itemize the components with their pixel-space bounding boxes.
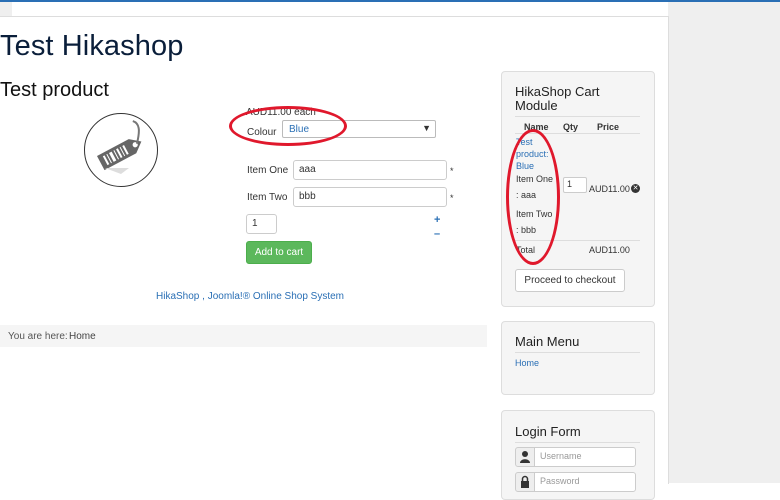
cart-item-detail-line4: : bbb: [516, 225, 537, 235]
colour-label: Colour: [247, 127, 277, 138]
breadcrumb-home[interactable]: Home: [69, 331, 96, 342]
quantity-increase-button[interactable]: +: [434, 215, 440, 226]
footer-link[interactable]: HikaShop , Joomla!® Online Shop System: [156, 291, 344, 302]
cart-header-name: Name: [524, 122, 549, 132]
cart-item-detail-line1: Item One: [516, 174, 554, 184]
item-one-label: Item One: [247, 165, 289, 176]
item-two-label: Item Two: [247, 192, 288, 203]
cart-item-detail-line3: Item Two: [516, 209, 553, 219]
cart-total-value: AUD11.00: [589, 245, 630, 255]
cart-total-label: Total: [516, 245, 536, 255]
site-title: Test Hikashop: [0, 30, 184, 62]
cart-header-divider: [515, 133, 640, 134]
lock-icon: [515, 472, 535, 492]
breadcrumb-label: You are here:: [8, 331, 68, 342]
cart-module-title-line1: HikaShop Cart: [515, 84, 600, 99]
product-image[interactable]: [84, 113, 158, 187]
cart-item-price: AUD11.00: [589, 184, 630, 194]
login-form-divider: [515, 442, 640, 443]
password-input[interactable]: Password: [534, 472, 636, 492]
top-accent-line: [0, 0, 780, 2]
cart-item-link-line2[interactable]: product:: [516, 148, 549, 160]
main-menu-item-home[interactable]: Home: [515, 357, 539, 369]
main-menu-divider: [515, 352, 640, 353]
colour-select[interactable]: Blue ▼: [282, 120, 436, 138]
cart-item-detail-line2: : aaa: [516, 190, 537, 200]
colour-select-value: Blue: [289, 124, 310, 135]
proceed-to-checkout-button[interactable]: Proceed to checkout: [515, 269, 625, 292]
item-two-required-mark: *: [450, 193, 454, 203]
item-one-input[interactable]: aaa: [293, 160, 447, 180]
cart-title-divider: [515, 116, 640, 117]
username-row: Username: [515, 447, 637, 467]
item-one-required-mark: *: [450, 166, 454, 176]
cart-item-quantity-input[interactable]: 1: [563, 177, 587, 193]
login-form-title: Login Form: [515, 424, 581, 439]
right-gutter: [668, 2, 780, 483]
username-input[interactable]: Username: [534, 447, 636, 467]
quantity-decrease-button[interactable]: –: [434, 229, 440, 240]
price-tag-icon: [96, 120, 142, 174]
cart-header-qty: Qty: [563, 122, 579, 132]
add-to-cart-button[interactable]: Add to cart: [246, 241, 312, 264]
cart-header-price: Price: [597, 122, 620, 132]
main-menu-title: Main Menu: [515, 334, 580, 349]
quantity-input[interactable]: 1: [246, 214, 277, 234]
user-icon: [515, 447, 535, 467]
cart-total-divider: [515, 240, 640, 241]
product-title: Test product: [0, 79, 109, 101]
cart-module-title-line2: Module: [515, 98, 558, 113]
product-price: AUD11.00 each: [246, 107, 316, 118]
item-two-input[interactable]: bbb: [293, 187, 447, 207]
password-row: Password: [515, 472, 637, 492]
remove-item-icon[interactable]: ✕: [631, 184, 640, 193]
cart-item-link-line3[interactable]: Blue: [516, 160, 534, 172]
cart-item-link-line1[interactable]: Test: [516, 136, 533, 148]
chevron-down-icon: ▼: [422, 123, 431, 133]
